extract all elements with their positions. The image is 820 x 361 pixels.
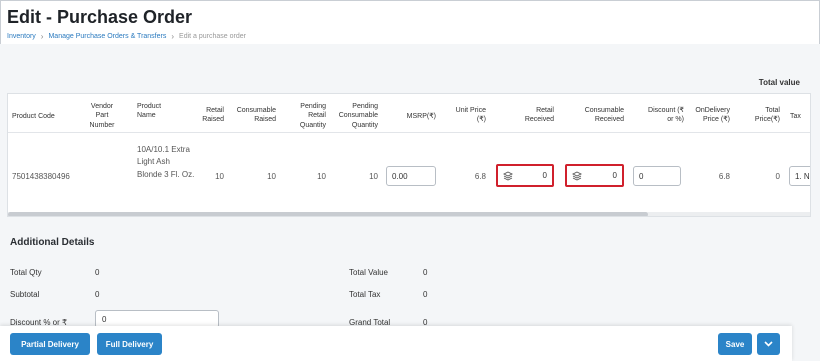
total-tax-value: 0 — [423, 290, 428, 299]
cell-total-price: 0 — [775, 172, 780, 181]
chevron-down-icon — [764, 341, 773, 347]
page-title: Edit - Purchase Order — [7, 7, 193, 27]
total-qty-value: 0 — [95, 268, 100, 277]
col-header-msrp: MSRP(₹) — [406, 113, 436, 120]
col-header-product-code: Product Code — [12, 113, 55, 120]
tax-select[interactable]: 1. No — [789, 166, 810, 186]
subtotal-value: 0 — [95, 290, 100, 299]
partial-delivery-button[interactable]: Partial Delivery — [10, 333, 90, 355]
tax-selected-value: 1. No — [795, 171, 810, 181]
product-table: Product Code Vendor Part Number Product … — [7, 93, 811, 217]
consumable-received-value: 0 — [612, 171, 617, 180]
col-header-tax: Tax — [790, 113, 801, 120]
msrp-input[interactable]: 0.00 — [386, 166, 436, 186]
table-header-divider — [8, 132, 810, 133]
chevron-right-icon: › — [171, 32, 175, 41]
col-header-consumable-raised: Consumable Raised — [236, 107, 276, 124]
discount-cell-input[interactable]: 0 — [633, 166, 681, 186]
col-header-consumable-received: Consumable Received — [584, 107, 624, 124]
retail-received-input[interactable]: 0 — [496, 164, 554, 187]
col-header-retail-raised: Retail Raised — [202, 107, 224, 124]
cell-consumable-raised: 10 — [267, 172, 276, 181]
breadcrumb-manage-purchase-orders[interactable]: Manage Purchase Orders & Transfers — [48, 33, 166, 40]
layers-icon — [503, 170, 513, 181]
col-header-total-price: Total Price(₹) — [754, 107, 780, 124]
msrp-value: 0.00 — [392, 171, 408, 181]
cell-product-name: 10A/10.1 Extra Light Ash Blonde 3 Fl. Oz… — [137, 145, 195, 179]
cell-pending-consumable-quantity: 10 — [369, 172, 378, 181]
save-button[interactable]: Save — [718, 333, 752, 355]
full-delivery-button[interactable]: Full Delivery — [97, 333, 162, 355]
retail-received-value: 0 — [542, 171, 547, 180]
breadcrumb: Inventory › Manage Purchase Orders & Tra… — [7, 32, 246, 41]
save-options-dropdown-button[interactable] — [757, 333, 780, 355]
scrollbar-thumb[interactable] — [8, 212, 648, 216]
discount-cell-value: 0 — [639, 171, 644, 181]
total-value-label: Total Value — [349, 268, 388, 277]
col-header-discount: Discount (₹ or %) — [648, 107, 684, 124]
col-header-retail-received: Retail Received — [524, 107, 554, 124]
col-header-pending-consumable-quantity: Pending Consumable Quantity — [338, 103, 378, 129]
col-header-pending-retail-quantity: Pending Retail Quantity — [299, 103, 326, 129]
col-header-ondelivery-price: OnDelivery Price (₹) — [695, 107, 730, 124]
total-tax-label: Total Tax — [349, 290, 381, 299]
total-value-value: 0 — [423, 268, 428, 277]
chevron-right-icon: › — [40, 32, 44, 41]
total-value-heading: Total value — [758, 78, 800, 87]
col-header-unit-price: Unit Price (₹) — [455, 107, 486, 124]
total-qty-label: Total Qty — [10, 268, 42, 277]
horizontal-scrollbar[interactable] — [8, 212, 810, 216]
cell-product-code: 7501438380496 — [12, 172, 70, 181]
discount-input-value: 0 — [102, 314, 107, 324]
cell-retail-raised: 10 — [215, 172, 224, 181]
col-header-vendor-part-number: Vendor Part Number — [89, 103, 115, 129]
breadcrumb-inventory[interactable]: Inventory — [7, 33, 36, 40]
cell-ondelivery-price: 6.8 — [718, 172, 730, 181]
consumable-received-input[interactable]: 0 — [565, 164, 624, 187]
breadcrumb-current: Edit a purchase order — [179, 33, 246, 40]
layers-icon — [572, 170, 582, 181]
subtotal-label: Subtotal — [10, 290, 40, 299]
cell-unit-price: 6.8 — [474, 172, 486, 181]
cell-pending-retail-quantity: 10 — [317, 172, 326, 181]
additional-details-title: Additional Details — [10, 237, 95, 248]
col-header-product-name: Product Name — [137, 103, 162, 120]
